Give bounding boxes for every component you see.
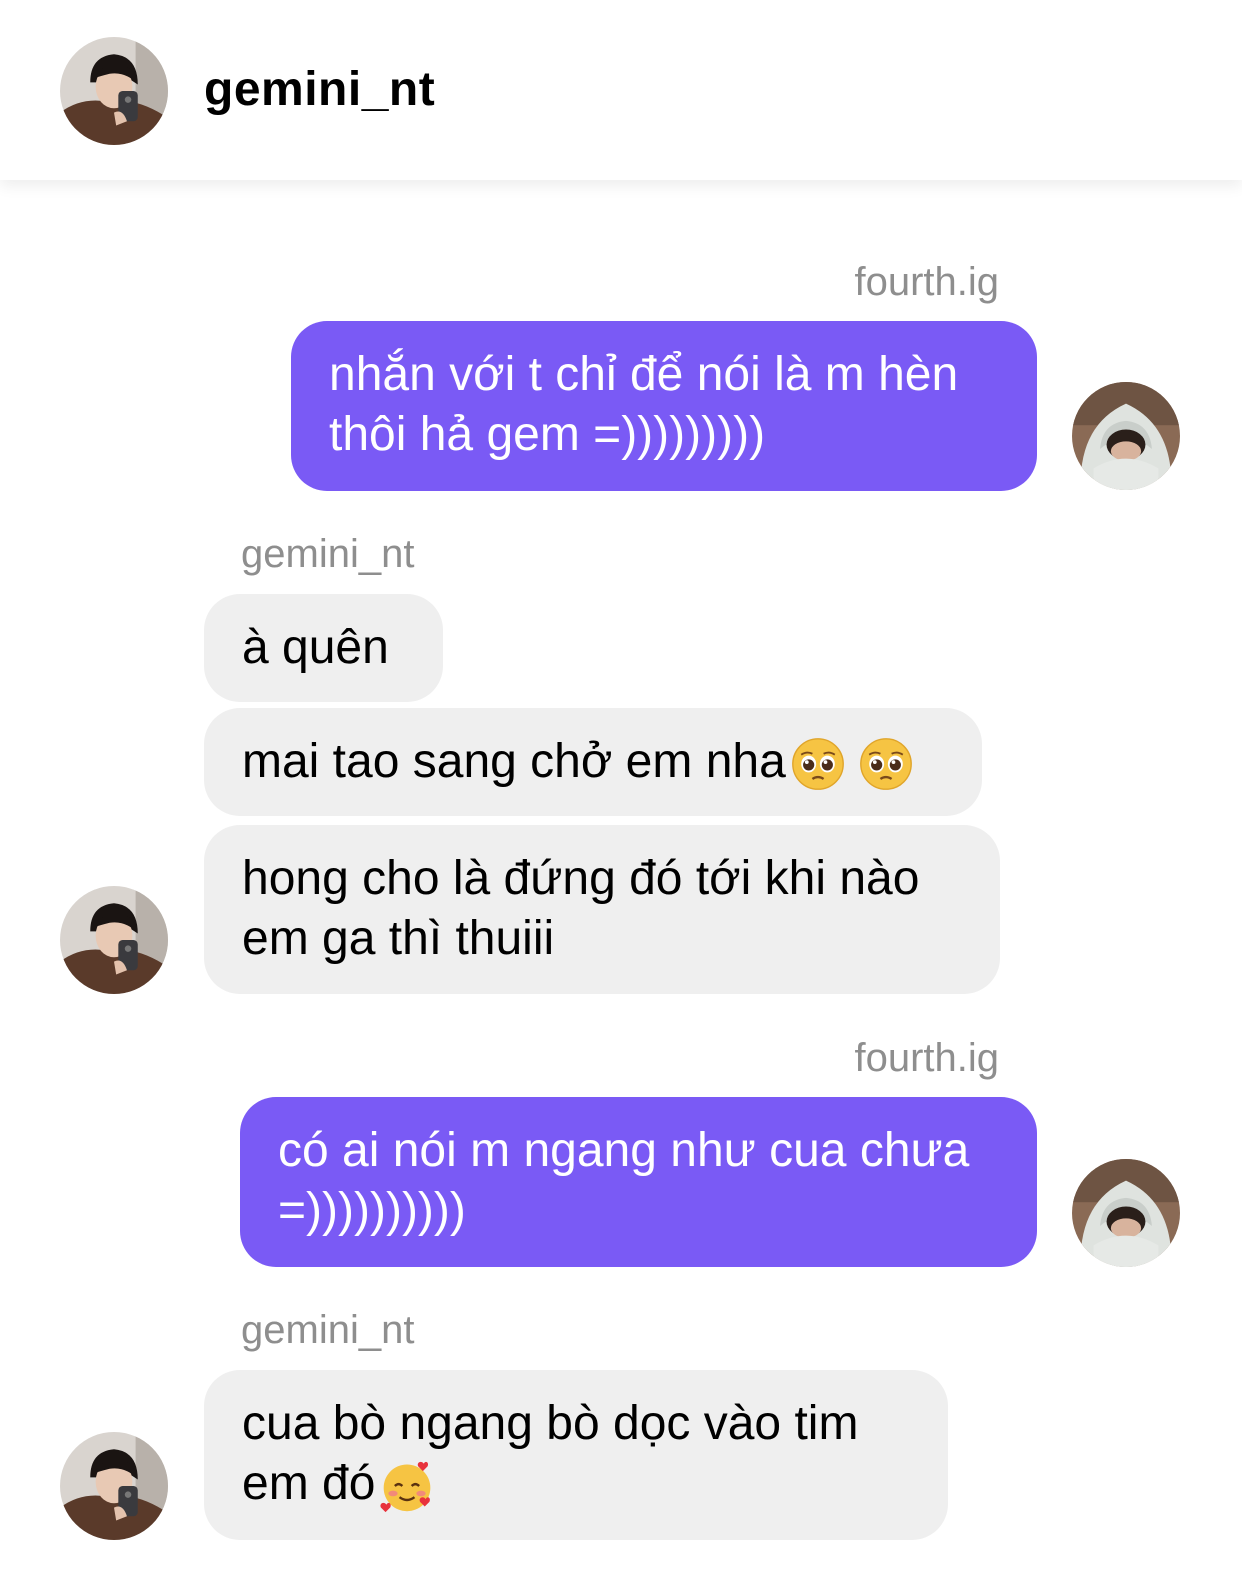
profile-photo-icon (1072, 1159, 1180, 1267)
profile-photo-icon (1072, 382, 1180, 490)
sender-label: fourth.ig (854, 260, 999, 304)
message-text: em đó (242, 1457, 376, 1510)
message-text: à quên (242, 621, 389, 674)
message-text: em ga thì thuiii (242, 912, 555, 965)
message-text: mai tao sang chở em nha (242, 735, 786, 788)
message-thread: fourth.ig nhắn với t chỉ để nói là m hèn… (0, 180, 1242, 1569)
contact-avatar[interactable] (60, 886, 168, 994)
sender-label: gemini_nt (241, 532, 415, 576)
profile-photo-icon (60, 37, 168, 145)
my-avatar[interactable] (1072, 1159, 1180, 1267)
message-text: cua bò ngang bò dọc vào tim (242, 1397, 859, 1450)
sender-label: fourth.ig (854, 1036, 999, 1080)
sender-label: gemini_nt (241, 1308, 415, 1352)
chat-header: gemini_nt (0, 0, 1242, 180)
profile-photo-icon (60, 886, 168, 994)
header-avatar[interactable] (60, 37, 168, 145)
pleading-face-icon (858, 736, 914, 792)
header-username[interactable]: gemini_nt (204, 62, 435, 117)
my-avatar[interactable] (1072, 382, 1180, 490)
message-bubble-outgoing[interactable]: có ai nói m ngang như cua chưa =))))))))… (240, 1097, 1037, 1267)
smiling-face-with-hearts-icon (379, 1458, 435, 1514)
profile-photo-icon (60, 1432, 168, 1540)
message-bubble-outgoing[interactable]: nhắn với t chỉ để nói là m hèn thôi hả g… (291, 321, 1037, 491)
message-text: nhắn với t chỉ để nói là m hèn (329, 348, 959, 401)
message-text: có ai nói m ngang như cua chưa (278, 1124, 970, 1177)
message-text: =)))))))))) (278, 1184, 466, 1237)
pleading-face-icon (790, 736, 846, 792)
contact-avatar[interactable] (60, 1432, 168, 1540)
message-bubble-incoming[interactable]: à quên (204, 594, 443, 702)
message-text: thôi hả gem =))))))))) (329, 408, 766, 461)
message-bubble-incoming[interactable]: mai tao sang chở em nha (204, 708, 982, 816)
message-bubble-incoming[interactable]: hong cho là đứng đó tới khi nào em ga th… (204, 825, 1000, 994)
message-text: hong cho là đứng đó tới khi nào (242, 852, 920, 905)
message-bubble-incoming[interactable]: cua bò ngang bò dọc vào tim em đó (204, 1370, 948, 1540)
